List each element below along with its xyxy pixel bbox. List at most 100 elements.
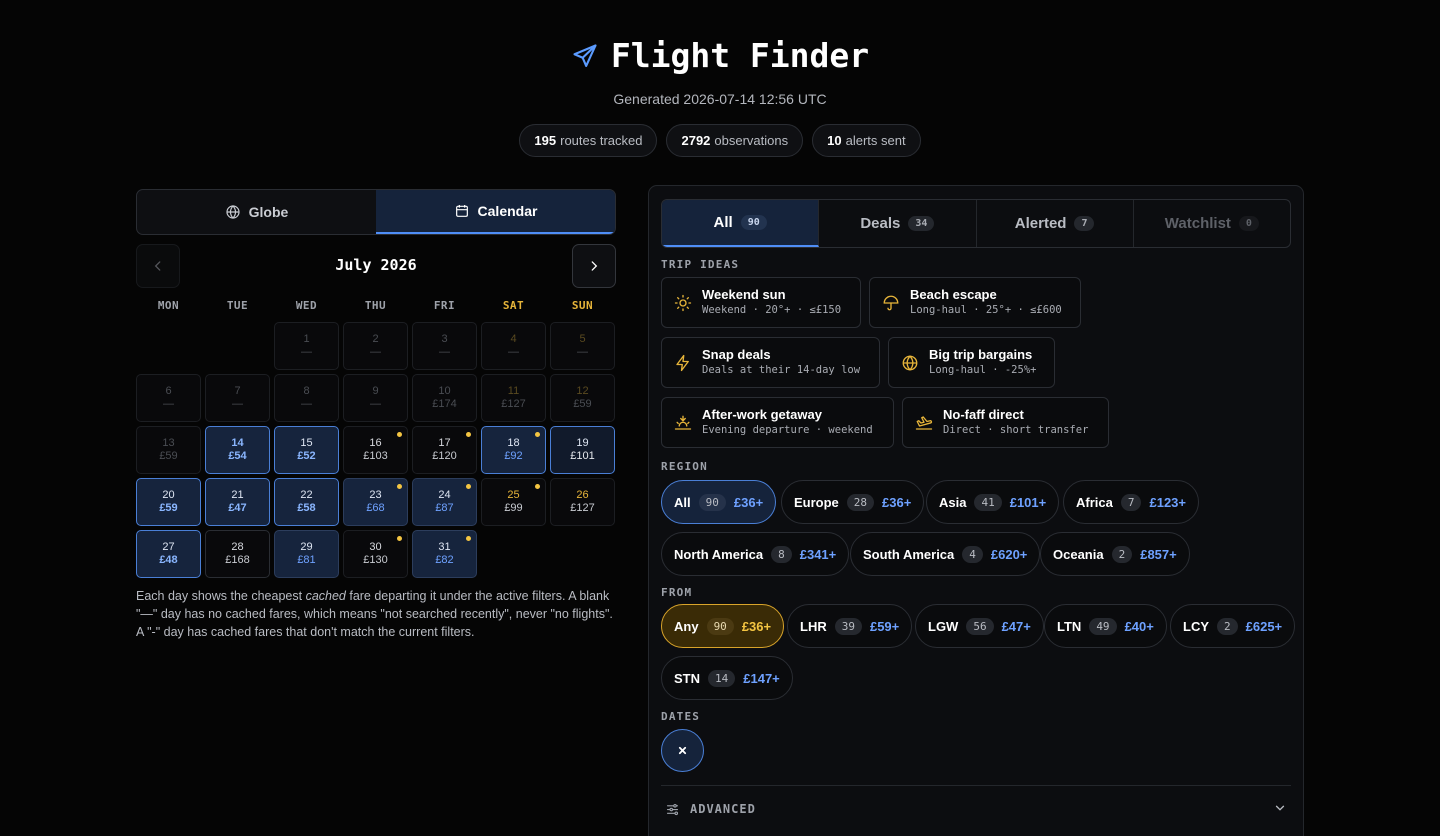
idea-title: No-faff direct [943,407,1024,422]
calendar-day[interactable]: 26 £127 [550,478,615,526]
alert-dot [466,536,471,541]
from-chip-lgw[interactable]: LGW 56 £47+ [915,604,1044,648]
alert-dot [466,484,471,489]
chip-label: LGW [928,618,959,634]
day-number: 5 [579,333,586,345]
trip-idea-after-work-getaway[interactable]: After-work getaway Evening departure · we… [661,397,894,448]
calendar-day[interactable]: 18 £92 [481,426,546,474]
chip-label: Any [674,618,699,634]
from-chip-ltn[interactable]: LTN 49 £40+ [1044,604,1167,648]
tab-deals[interactable]: Deals 34 [819,200,977,247]
calendar-day[interactable]: 27 £48 [136,530,201,578]
from-chip-lhr[interactable]: LHR 39 £59+ [787,604,913,648]
close-icon [678,746,687,755]
advanced-label: ADVANCED [690,802,756,816]
calendar-day[interactable]: 17 £120 [412,426,477,474]
chip-count: 4 [962,545,983,563]
trip-idea-big-trip-bargains[interactable]: Big trip bargains Long-haul · -25%+ [888,337,1055,388]
calendar-day[interactable]: 15 £52 [274,426,339,474]
alert-dot [397,536,402,541]
stat-value: 195 [534,133,557,148]
globe-icon [225,204,241,220]
day-number: 25 [507,489,520,501]
day-number: 9 [372,385,379,397]
region-chip-oceania[interactable]: Oceania 2 £857+ [1040,532,1190,576]
trip-idea-weekend-sun[interactable]: Weekend sun Weekend · 20°+ · ≤£150 [661,277,861,328]
advanced-toggle[interactable]: ADVANCED [665,798,1287,820]
tab-alerted[interactable]: Alerted 7 [977,200,1134,247]
stat-value: 2792 [681,133,711,148]
tab-watchlist[interactable]: Watchlist 0 [1134,200,1290,247]
day-price: £130 [363,554,388,566]
day-number: 3 [441,333,448,345]
calendar-view-button[interactable]: Calendar [376,190,615,234]
trip-idea-beach-escape[interactable]: Beach escape Long-haul · 25°+ · ≤£600 [869,277,1081,328]
from-chip-stn[interactable]: STN 14 £147+ [661,656,793,700]
stat-routes: 195 routes tracked [519,124,658,157]
idea-title: After-work getaway [702,407,822,422]
stat-value: 10 [827,133,842,148]
from-chip-lcy[interactable]: LCY 2 £625+ [1170,604,1296,648]
region-chip-south-america[interactable]: South America 4 £620+ [850,532,1041,576]
globe-view-button[interactable]: Globe [137,190,376,234]
from-chip-any[interactable]: Any 90 £36+ [661,604,785,648]
day-price: — [370,398,381,410]
region-chip-all[interactable]: All 90 £36+ [661,480,777,524]
day-price: £48 [159,554,178,566]
alert-dot [535,484,540,489]
calendar-day: 4— [481,322,546,370]
calendar-day[interactable]: 25 £99 [481,478,546,526]
chip-count: 7 [1120,493,1142,511]
day-number: 8 [303,385,310,397]
day-price: £54 [228,450,247,462]
chevron-down-icon [1273,801,1287,815]
day-number: 15 [300,437,313,449]
day-price: £68 [366,502,385,514]
region-chip-north-america[interactable]: North America 8 £341+ [661,532,850,576]
day-number: 26 [576,489,589,501]
alert-dot [535,432,540,437]
chip-label: LCY [1183,618,1209,634]
calendar-day[interactable]: 19 £101 [550,426,615,474]
trip-idea-no-faff-direct[interactable]: No-faff direct Direct · short transfer [902,397,1109,448]
day-number: 23 [369,489,382,501]
calendar-day[interactable]: 30 £130 [343,530,408,578]
tab-label: All [713,214,733,231]
trip-idea-snap-deals[interactable]: Snap deals Deals at their 14-day low [661,337,880,388]
idea-subtitle: Deals at their 14-day low [702,364,861,376]
calendar-day[interactable]: 22 £58 [274,478,339,526]
chip-price: £101+ [1009,494,1047,510]
day-price: £174 [432,398,457,410]
clear-dates-button[interactable] [661,729,704,772]
stats-bar: 195 routes tracked 2792 observations 10 ale… [0,124,1440,157]
next-month-button[interactable] [572,244,616,288]
calendar-day[interactable]: 16 £103 [343,426,408,474]
day-price: £101 [570,450,595,462]
calendar-day[interactable]: 14 £54 [205,426,270,474]
calendar-day[interactable]: 24 £87 [412,478,477,526]
tab-label: Deals [860,215,901,232]
calendar-day[interactable]: 31 £82 [412,530,477,578]
calendar-day: 10 £174 [412,374,477,422]
day-number: 27 [162,541,175,553]
day-price: £82 [435,554,454,566]
chip-price: £857+ [1140,546,1177,562]
calendar-day[interactable]: 29 £81 [274,530,339,578]
tab-count: 0 [1238,216,1259,231]
day-price: £81 [297,554,316,566]
calendar-day[interactable]: 21 £47 [205,478,270,526]
chip-label: South America [863,546,955,562]
day-price: £59 [159,450,178,462]
calendar-day[interactable]: 23 £68 [343,478,408,526]
calendar-day[interactable]: 20 £59 [136,478,201,526]
calendar-day: 7— [205,374,270,422]
idea-subtitle: Direct · short transfer [943,424,1089,436]
region-chip-europe[interactable]: Europe 28 £36+ [781,480,925,524]
calendar-day[interactable]: 28 £168 [205,530,270,578]
chip-price: £36+ [882,494,912,510]
region-chip-africa[interactable]: Africa 7 £123+ [1063,480,1199,524]
tab-all[interactable]: All 90 [662,200,820,247]
region-chip-asia[interactable]: Asia 41 £101+ [926,480,1060,524]
calendar-icon [454,203,470,219]
tab-count: 90 [740,215,767,230]
